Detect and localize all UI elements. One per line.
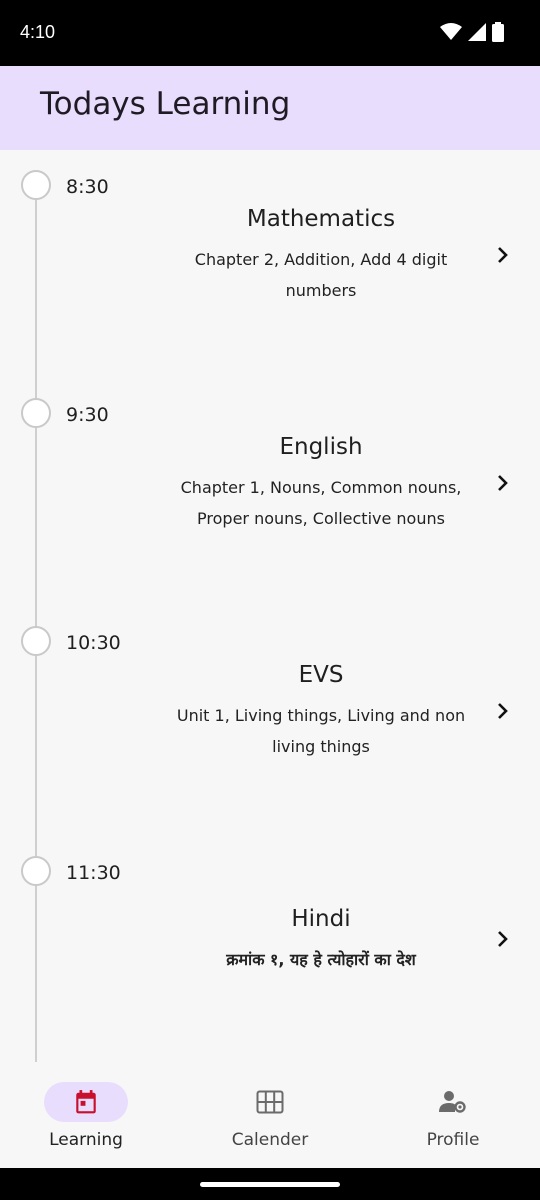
signal-icon [468, 23, 486, 41]
schedule-time: 10:30 [66, 632, 121, 654]
schedule-item-hindi[interactable]: 11:30 Hindi क्रमांक १, यह हे त्योहारों क… [0, 856, 540, 1082]
schedule-item-evs[interactable]: 10:30 EVS Unit 1, Living things, Living … [0, 626, 540, 852]
nav-label-learning: Learning [49, 1130, 123, 1150]
status-time: 4:10 [20, 22, 56, 42]
nav-item-calender[interactable]: Calender [210, 1082, 330, 1150]
subject-details: Chapter 2, Addition, Add 4 digit numbers [194, 250, 448, 300]
app-screen: Todays Learning 8:30 Mathematics Chapter… [0, 66, 540, 1168]
nav-icon-container [228, 1082, 312, 1122]
home-gesture-handle[interactable] [200, 1182, 340, 1187]
subject-title: EVS [298, 662, 344, 688]
status-bar: 4:10 [0, 0, 540, 66]
bottom-navigation: Learning Calender Profile [0, 1072, 540, 1168]
timeline-node [21, 856, 51, 886]
schedule-time: 11:30 [66, 862, 121, 884]
top-app-bar: Todays Learning [0, 66, 540, 150]
calendar-icon [76, 1090, 96, 1114]
subject-details: Chapter 1, Nouns, Common nouns, Proper n… [180, 478, 462, 528]
battery-icon [492, 22, 504, 42]
profile-settings-icon [439, 1091, 466, 1113]
status-icons [440, 22, 504, 42]
page-title: Todays Learning [40, 86, 291, 122]
nav-active-indicator [44, 1082, 128, 1122]
timeline-node [21, 398, 51, 428]
subject-details: Unit 1, Living things, Living and non li… [176, 706, 466, 756]
subject-details: क्रमांक १, यह हे त्योहारों का देश [226, 950, 416, 969]
schedule-item-mathematics[interactable]: 8:30 Mathematics Chapter 2, Addition, Ad… [0, 170, 540, 396]
timeline-node [21, 170, 51, 200]
nav-label-calender: Calender [231, 1130, 309, 1150]
nav-item-learning[interactable]: Learning [26, 1082, 146, 1150]
timeline-node [21, 626, 51, 656]
nav-item-profile[interactable]: Profile [393, 1082, 513, 1150]
wifi-icon [440, 23, 462, 40]
grid-icon [256, 1090, 284, 1114]
chevron-right-icon[interactable] [494, 930, 512, 948]
gesture-navigation-area [0, 1168, 540, 1200]
subject-title: English [279, 434, 363, 460]
chevron-right-icon[interactable] [494, 246, 512, 264]
subject-title: Hindi [291, 906, 351, 932]
schedule-time: 9:30 [66, 404, 109, 426]
subject-title: Mathematics [246, 206, 396, 232]
nav-icon-container [411, 1082, 495, 1122]
schedule-time: 8:30 [66, 176, 109, 198]
schedule-item-english[interactable]: 9:30 English Chapter 1, Nouns, Common no… [0, 398, 540, 624]
chevron-right-icon[interactable] [494, 474, 512, 492]
nav-label-profile: Profile [426, 1130, 480, 1150]
chevron-right-icon[interactable] [494, 702, 512, 720]
